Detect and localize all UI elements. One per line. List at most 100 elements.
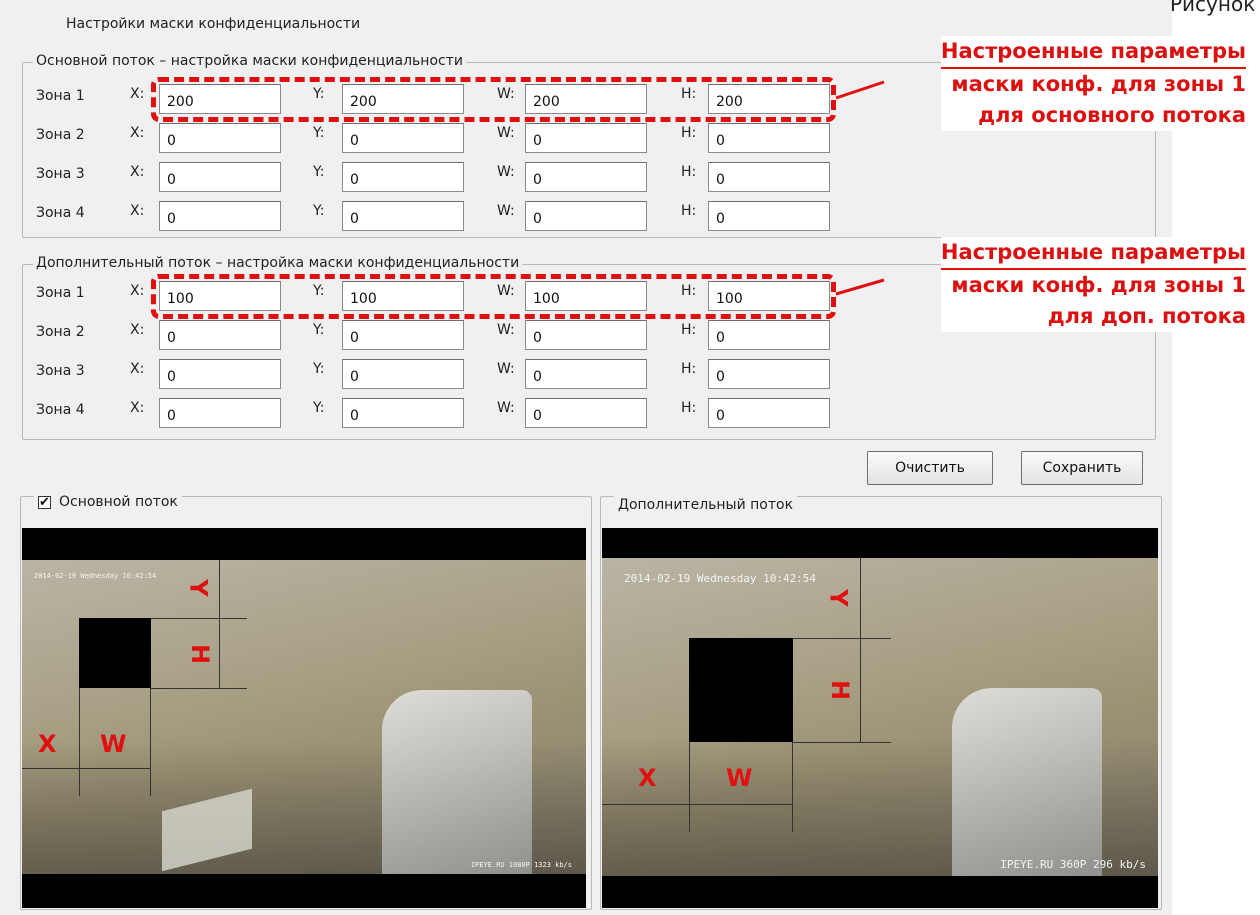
main-callout-line [835,80,885,100]
main-zone-1-x-label: X: [130,86,145,102]
sub-callout-line [835,278,885,296]
sub-zone-2-w-label: W: [497,322,515,338]
sub-zone-4-h-input[interactable] [708,398,830,428]
main-axis-h-label: H [186,643,215,665]
main-h-bottom-line [151,688,247,689]
sub-zone-2-h-label: H: [681,322,697,338]
sub-zone-4-h-label: H: [681,400,697,416]
sub-zone-2-label: Зона 2 [36,324,85,340]
sub-zone-3-w-input[interactable] [525,359,647,389]
sub-zone-4-x-input[interactable] [159,398,281,428]
figure-caption: Рисунок 42 [1170,0,1260,16]
main-zone-2-x-input[interactable] [159,123,281,153]
main-preview-header: ✔ Основной поток [34,494,182,510]
sub-zone-3-h-input[interactable] [708,359,830,389]
sub-xw-baseline [602,804,793,805]
main-y-measure-line [219,560,220,688]
main-stream-legend: Основной поток – настройка маски конфиде… [33,53,466,69]
main-video-scene [22,560,586,874]
main-preview-title: Основной поток [59,494,178,510]
main-x-left-line [79,688,80,796]
main-osd-timestamp: 2014-02-19 Wednesday 10:42:54 [34,572,157,580]
sub-preview-header: Дополнительный поток [614,494,798,513]
sub-zone-4-w-input[interactable] [525,398,647,428]
main-zone-4-y-input[interactable] [342,201,464,231]
main-callout: Настроенные параметры маски конф. для зо… [940,36,1246,131]
sub-zone-2-h-input[interactable] [708,320,830,350]
main-xw-baseline [22,768,151,769]
sub-zone-3-x-label: X: [130,361,145,377]
main-privacy-mask [79,618,151,688]
main-h-top-line [151,618,247,619]
clear-button[interactable]: Очистить [867,451,993,485]
main-zone-3-h-label: H: [681,164,697,180]
main-zone-2-w-input[interactable] [525,123,647,153]
main-video-preview: 2014-02-19 Wednesday 10:42:54 IPEYE.RU 1… [22,528,586,908]
main-zone-4-w-input[interactable] [525,201,647,231]
main-osd-stream-info: IPEYE.RU 1080P 1323 kb/s [470,861,572,869]
main-axis-w-label: W [100,730,127,758]
main-zone-2-x-label: X: [130,125,145,141]
sub-privacy-mask [689,638,793,742]
main-zone-3-x-label: X: [130,164,145,180]
sub-callout-line-3: для доп. потока [1047,304,1246,328]
main-zone-3-x-input[interactable] [159,162,281,192]
sub-osd-timestamp: 2014-02-19 Wednesday 10:42:54 [624,572,817,585]
sub-zone-4-y-label: Y: [313,400,325,416]
main-zone-2-h-input[interactable] [708,123,830,153]
sub-zone-2-y-input[interactable] [342,320,464,350]
main-stream-checkbox[interactable]: ✔ [38,495,51,509]
main-callout-line-1: Настроенные параметры [940,36,1246,69]
main-axis-x-label: X [38,730,57,758]
sub-axis-y-label: Y [824,589,853,607]
sub-zone-4-y-input[interactable] [342,398,464,428]
main-zone-3-w-input[interactable] [525,162,647,192]
sub-scene-printer [952,688,1102,876]
sub-zone-2-w-input[interactable] [525,320,647,350]
main-zone-4-x-input[interactable] [159,201,281,231]
main-callout-line-3: для основного потока [978,103,1246,127]
sub-axis-x-label: X [638,764,657,792]
sub-video-preview: 2014-02-19 Wednesday 10:42:54 IPEYE.RU 3… [602,528,1158,908]
sub-zone-3-x-input[interactable] [159,359,281,389]
sub-axis-w-label: W [726,764,753,792]
main-zone-3-h-input[interactable] [708,162,830,192]
main-zone-3-w-label: W: [497,164,515,180]
sub-zone-4-w-label: W: [497,400,515,416]
main-w-right-line [150,688,151,796]
sub-zone-1-label: Зона 1 [36,285,85,301]
sub-zone-3-y-input[interactable] [342,359,464,389]
main-zone-3-y-input[interactable] [342,162,464,192]
sub-zone-2-y-label: Y: [313,322,325,338]
main-zone-2-h-label: H: [681,125,697,141]
sub-video-scene [602,558,1158,876]
sub-x-left-line [689,742,690,832]
main-zone-4-x-label: X: [130,203,145,219]
main-zone-2-y-input[interactable] [342,123,464,153]
main-zone-2-w-label: W: [497,125,515,141]
sub-zone-2-x-input[interactable] [159,320,281,350]
save-button[interactable]: Сохранить [1021,451,1143,485]
sub-stream-legend: Дополнительный поток – настройка маски к… [33,255,523,271]
sub-zone-1-x-label: X: [130,283,145,299]
sub-preview-title: Дополнительный поток [618,497,794,513]
main-zone-4-y-label: Y: [313,203,325,219]
main-zone-4-h-input[interactable] [708,201,830,231]
main-callout-line-2: маски конф. для зоны 1 [951,72,1246,96]
sub-zone-3-label: Зона 3 [36,363,85,379]
main-zone1-highlight [151,77,836,122]
sub-zone1-highlight [151,274,836,319]
sub-w-right-line [792,742,793,832]
sub-callout-line-1: Настроенные параметры [940,237,1246,270]
sub-callout: Настроенные параметры маски конф. для зо… [940,237,1246,332]
main-zone-1-label: Зона 1 [36,88,85,104]
sub-zone-3-w-label: W: [497,361,515,377]
main-zone-2-y-label: Y: [313,125,325,141]
callout-connectors [835,80,885,296]
main-axis-y-label: Y [184,579,213,597]
sub-osd-stream-info: IPEYE.RU 360P 296 kb/s [1000,858,1146,871]
sub-h-bottom-line [793,742,891,743]
sub-callout-line-2: маски конф. для зоны 1 [951,273,1246,297]
main-zone-2-label: Зона 2 [36,127,85,143]
main-zone-3-label: Зона 3 [36,166,85,182]
